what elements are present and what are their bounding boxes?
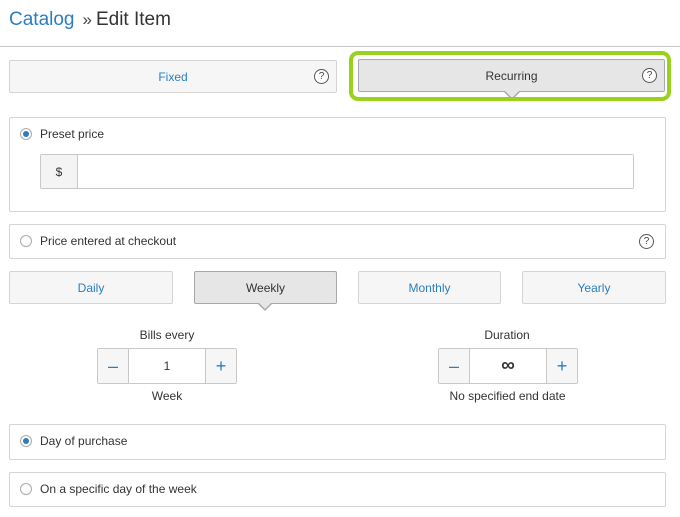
checkout-price-label[interactable]: Price entered at checkout <box>40 234 176 248</box>
specific-day-radio[interactable] <box>20 483 32 495</box>
frequency-daily-label: Daily <box>77 280 105 295</box>
header-divider <box>0 46 680 47</box>
recurring-help-icon[interactable]: ? <box>642 68 657 83</box>
breadcrumb: Catalog » Edit Item <box>9 9 171 35</box>
day-of-purchase-radio[interactable] <box>20 435 32 447</box>
frequency-weekly-label: Weekly <box>245 280 286 295</box>
frequency-weekly-pointer-fill <box>258 302 272 309</box>
bills-every-label: Bills every <box>139 328 195 342</box>
duration-increment-button[interactable]: + <box>546 349 577 383</box>
frequency-monthly-label: Monthly <box>408 280 451 295</box>
tab-recurring-label: Recurring <box>485 68 538 83</box>
bills-every-unit: Week <box>151 389 183 403</box>
frequency-yearly[interactable]: Yearly <box>522 271 666 304</box>
frequency-monthly[interactable]: Monthly <box>358 271 501 304</box>
frequency-weekly[interactable]: Weekly <box>194 271 337 304</box>
bills-every-stepper: – 1 + <box>97 348 237 384</box>
duration-stepper: – ∞ + <box>438 348 578 384</box>
preset-price-radio[interactable] <box>20 128 32 140</box>
page-title: Edit Item <box>95 9 171 30</box>
duration-value[interactable]: ∞ <box>470 349 546 383</box>
tab-recurring[interactable]: Recurring ? <box>358 59 665 92</box>
bills-every-decrement-button[interactable]: – <box>98 349 129 383</box>
checkout-help-icon[interactable]: ? <box>639 234 654 249</box>
duration-label: Duration <box>484 328 530 342</box>
price-input[interactable] <box>78 155 633 188</box>
specific-day-label[interactable]: On a specific day of the week <box>40 482 197 496</box>
breadcrumb-catalog-link[interactable]: Catalog <box>9 9 75 31</box>
tab-fixed[interactable]: Fixed ? <box>9 60 337 93</box>
day-of-purchase-label[interactable]: Day of purchase <box>40 434 127 448</box>
currency-prefix: $ <box>41 155 78 188</box>
duration-decrement-button[interactable]: – <box>439 349 470 383</box>
duration-caption: No specified end date <box>449 389 566 403</box>
fixed-help-icon[interactable]: ? <box>314 69 329 84</box>
bills-every-increment-button[interactable]: + <box>205 349 236 383</box>
frequency-daily[interactable]: Daily <box>9 271 173 304</box>
checkout-price-radio[interactable] <box>20 235 32 247</box>
tab-fixed-label: Fixed <box>158 69 188 84</box>
frequency-yearly-label: Yearly <box>577 280 611 295</box>
breadcrumb-separator: » <box>82 10 92 29</box>
tab-recurring-pointer-fill <box>505 91 519 98</box>
price-input-group: $ <box>40 154 634 189</box>
preset-price-label[interactable]: Preset price <box>40 127 104 141</box>
bills-every-value[interactable]: 1 <box>129 349 205 383</box>
